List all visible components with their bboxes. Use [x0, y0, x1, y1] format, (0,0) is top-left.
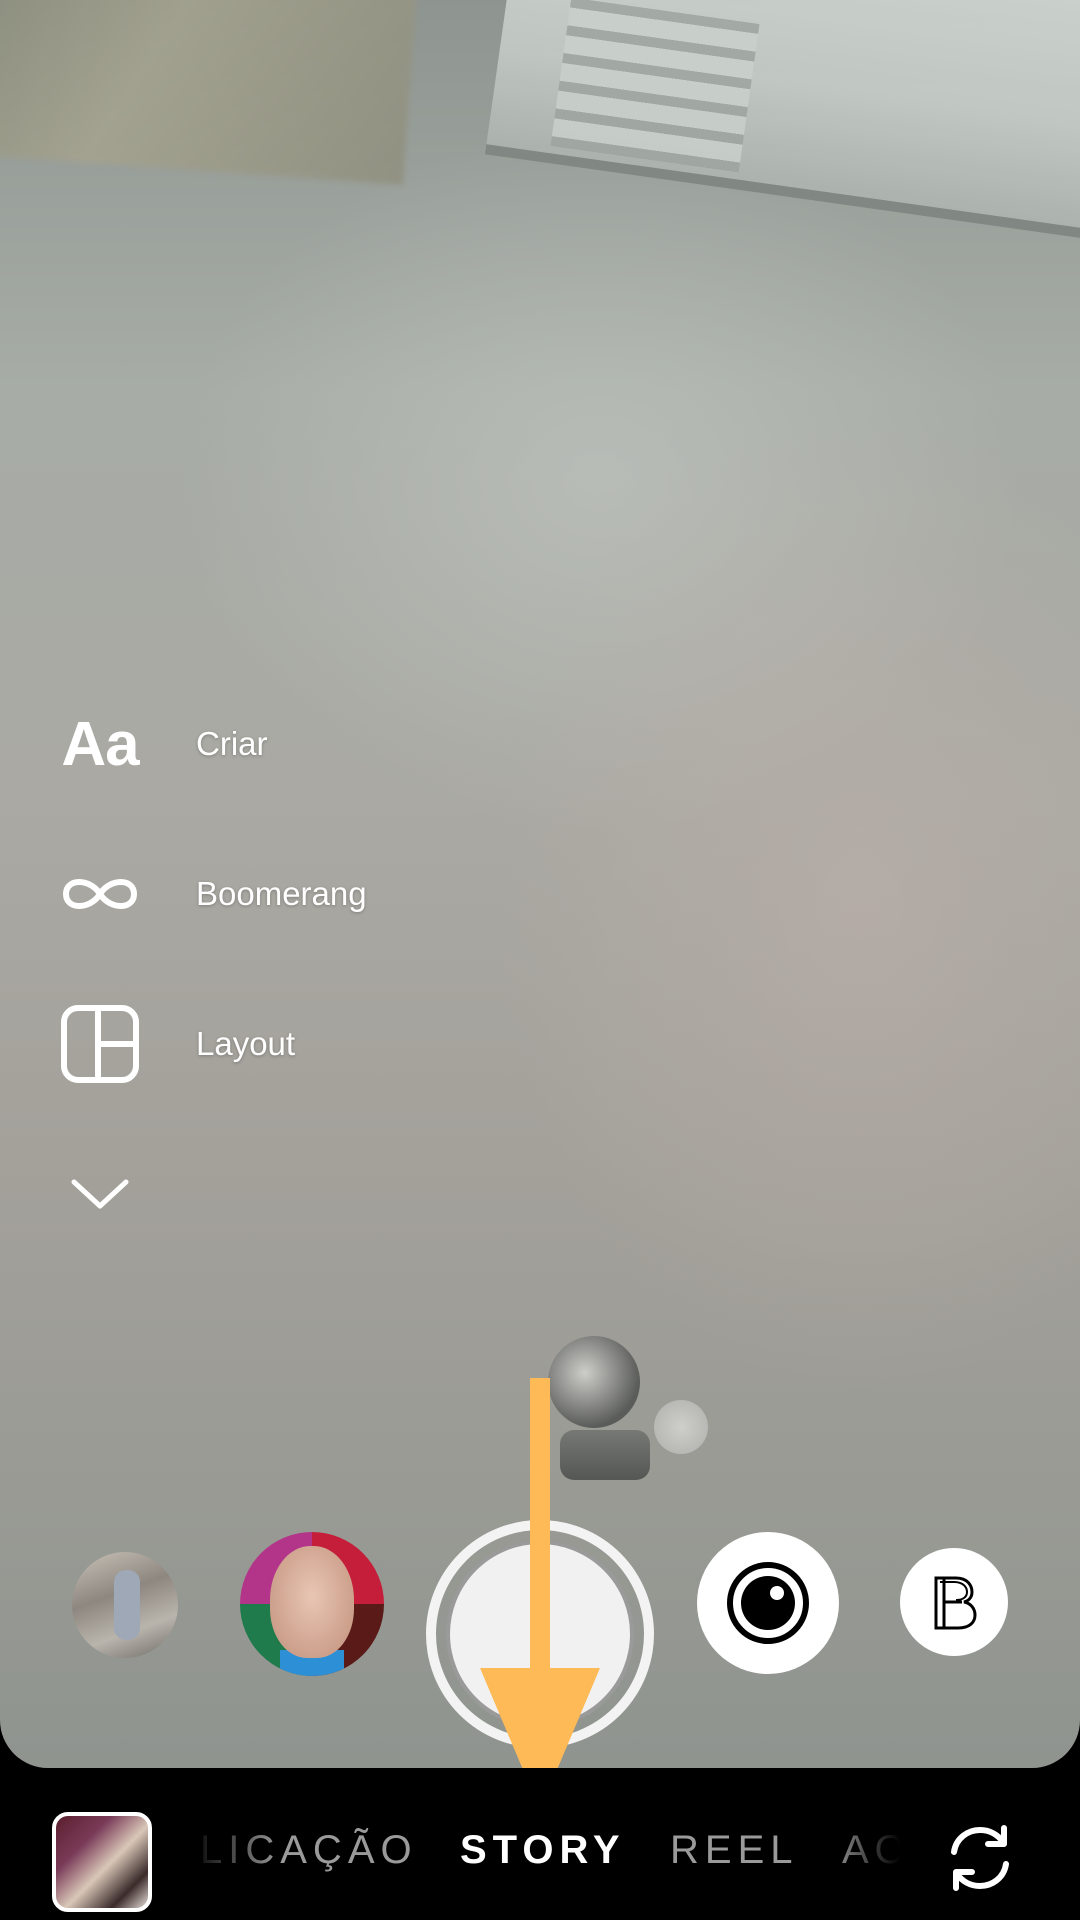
camera-viewfinder[interactable]: Aa Criar Boomerang Layout [0, 0, 1080, 1768]
shutter-inner [446, 1540, 634, 1728]
menu-label-layout: Layout [196, 1025, 296, 1062]
recent-media-thumbnail[interactable] [52, 1812, 152, 1912]
menu-item-boomerang[interactable]: Boomerang [56, 850, 367, 938]
lamp-bulb [654, 1400, 708, 1454]
face-filter-effect[interactable] [240, 1532, 384, 1676]
lamp-base [560, 1430, 650, 1480]
background-object [0, 0, 417, 185]
mode-tab-reel[interactable]: REEL [670, 1828, 799, 1873]
filter-preview-face [270, 1546, 354, 1658]
mode-fade-right [830, 1828, 900, 1888]
b-effect-button[interactable] [900, 1548, 1008, 1656]
menu-item-layout[interactable]: Layout [56, 1000, 295, 1088]
expand-menu-button[interactable] [56, 1150, 144, 1238]
camera-effect-button[interactable] [697, 1532, 839, 1674]
flip-camera-icon [951, 1825, 1009, 1891]
menu-item-criar[interactable]: Aa Criar [56, 700, 267, 788]
capture-controls [0, 1520, 1080, 1748]
layout-grid-icon [56, 1000, 144, 1088]
lamp-object [548, 1336, 640, 1428]
menu-label-boomerang: Boomerang [196, 875, 367, 912]
text-create-icon: Aa [61, 709, 139, 779]
camera-effect-icon [727, 1562, 809, 1644]
shutter-button[interactable] [426, 1520, 654, 1748]
b-effect-icon [934, 1576, 977, 1630]
flip-camera-button[interactable] [942, 1820, 1018, 1896]
infinity-icon [56, 850, 144, 938]
mode-fade-left [190, 1828, 280, 1888]
menu-label-criar: Criar [196, 725, 268, 762]
chevron-down-icon [56, 1150, 144, 1238]
ceiling-vent [550, 0, 760, 173]
gallery-photo-effect[interactable] [72, 1552, 178, 1658]
bottom-mode-bar: LICAÇÃO STORY REEL AO [0, 1768, 1080, 1920]
mode-tab-story[interactable]: STORY [460, 1828, 626, 1873]
mode-selector: LICAÇÃO STORY REEL AO [190, 1828, 900, 1888]
